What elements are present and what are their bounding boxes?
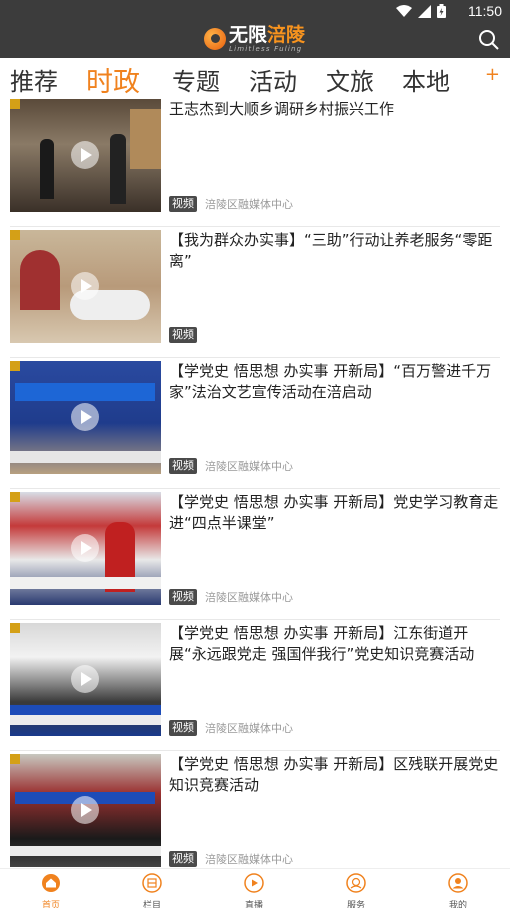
news-source: 涪陵区融媒体中心 xyxy=(205,591,293,604)
logo-text: 无限 xyxy=(229,23,268,46)
nav-label: 直播 xyxy=(244,901,263,908)
battery-icon xyxy=(437,4,446,18)
nav-columns[interactable]: 栏目 xyxy=(122,873,182,908)
news-source: 涪陵区融媒体中心 xyxy=(205,198,293,211)
video-badge: 视频 xyxy=(169,327,197,343)
news-item[interactable]: 【学党史 悟思想 办实事 开新局】党史学习教育走进“四点半课堂” 视频 涪陵区融… xyxy=(0,489,510,620)
news-thumbnail xyxy=(10,623,161,736)
tab-politics[interactable]: 时政 xyxy=(86,60,140,99)
video-badge: 视频 xyxy=(169,589,197,605)
logo-subtitle: Limitless Fuling xyxy=(229,44,303,53)
tab-recommend[interactable]: 推荐 xyxy=(10,62,58,97)
news-title: 王志杰到大顺乡调研乡村振兴工作 xyxy=(169,100,395,118)
news-title: 【我为群众办实事】“三助”行动让养老服务“零距离” xyxy=(169,231,493,270)
live-icon xyxy=(244,873,264,893)
news-item[interactable]: 【学党史 悟思想 办实事 开新局】江东街道开展“永远跟党走 强国伴我行”党史知识… xyxy=(0,620,510,751)
nav-live[interactable]: 直播 xyxy=(224,873,284,908)
news-title: 【学党史 悟思想 办实事 开新局】党史学习教育走进“四点半课堂” xyxy=(169,493,499,532)
nav-label: 服务 xyxy=(346,901,365,908)
nav-profile[interactable]: 我的 xyxy=(428,873,488,908)
news-source: 涪陵区融媒体中心 xyxy=(205,722,293,735)
news-title: 【学党史 悟思想 办实事 开新局】区残联开展党史知识竞赛活动 xyxy=(169,755,499,794)
app-header: 11:50 无限涪陵 Limitless Fuling xyxy=(0,0,510,58)
news-source: 涪陵区融媒体中心 xyxy=(205,853,293,866)
nav-home[interactable]: 首页 xyxy=(21,873,81,908)
wifi-icon xyxy=(396,4,412,17)
nav-label: 首页 xyxy=(41,901,60,908)
status-time: 11:50 xyxy=(468,3,502,19)
bottom-nav: 首页 栏目 直播 服务 我的 xyxy=(0,868,510,908)
news-title: 【学党史 悟思想 办实事 开新局】江东街道开展“永远跟党走 强国伴我行”党史知识… xyxy=(169,624,475,663)
news-item[interactable]: 【学党史 悟思想 办实事 开新局】区残联开展党史知识竞赛活动 视频 涪陵区融媒体… xyxy=(0,751,510,882)
home-icon xyxy=(42,874,60,892)
search-icon xyxy=(479,30,499,50)
search-button[interactable] xyxy=(478,29,500,51)
news-thumbnail xyxy=(10,754,161,867)
video-badge: 视频 xyxy=(169,196,197,212)
play-icon xyxy=(71,534,99,562)
service-icon xyxy=(346,873,366,893)
nav-label: 栏目 xyxy=(142,901,161,908)
video-badge: 视频 xyxy=(169,458,197,474)
columns-icon xyxy=(142,873,162,893)
logo-text-accent: 涪陵 xyxy=(267,23,306,46)
news-item[interactable]: 王志杰到大顺乡调研乡村振兴工作 视频 涪陵区融媒体中心 xyxy=(0,96,510,227)
tab-local[interactable]: 本地 xyxy=(402,62,450,97)
play-icon xyxy=(71,796,99,824)
news-thumbnail xyxy=(10,230,161,343)
tab-events[interactable]: 活动 xyxy=(249,62,297,97)
nav-service[interactable]: 服务 xyxy=(326,873,386,908)
profile-icon xyxy=(448,873,468,893)
news-thumbnail xyxy=(10,492,161,605)
news-title: 【学党史 悟思想 办实事 开新局】“百万警进千万家”法治文艺宣传活动在涪启动 xyxy=(169,362,492,401)
app-logo: 无限涪陵 Limitless Fuling xyxy=(204,24,305,54)
news-thumbnail xyxy=(10,361,161,474)
category-tabs: 推荐 时政 专题 活动 文旅 本地 + xyxy=(0,58,510,99)
play-icon xyxy=(71,665,99,693)
news-item[interactable]: 【学党史 悟思想 办实事 开新局】“百万警进千万家”法治文艺宣传活动在涪启动 视… xyxy=(0,358,510,489)
video-badge: 视频 xyxy=(169,720,197,736)
nav-label: 我的 xyxy=(448,901,467,908)
news-thumbnail xyxy=(10,99,161,212)
play-icon xyxy=(71,141,99,169)
status-icons xyxy=(396,4,446,18)
signal-icon xyxy=(418,4,431,18)
add-tab-button[interactable]: + xyxy=(485,64,500,85)
logo-mark-icon xyxy=(204,28,226,50)
tab-culture-travel[interactable]: 文旅 xyxy=(326,62,374,97)
play-icon xyxy=(71,403,99,431)
video-badge: 视频 xyxy=(169,851,197,867)
news-item[interactable]: 【我为群众办实事】“三助”行动让养老服务“零距离” 视频 xyxy=(0,227,510,358)
tab-topics[interactable]: 专题 xyxy=(172,62,220,97)
status-bar: 11:50 xyxy=(0,0,510,22)
news-source: 涪陵区融媒体中心 xyxy=(205,460,293,473)
play-icon xyxy=(71,272,99,300)
